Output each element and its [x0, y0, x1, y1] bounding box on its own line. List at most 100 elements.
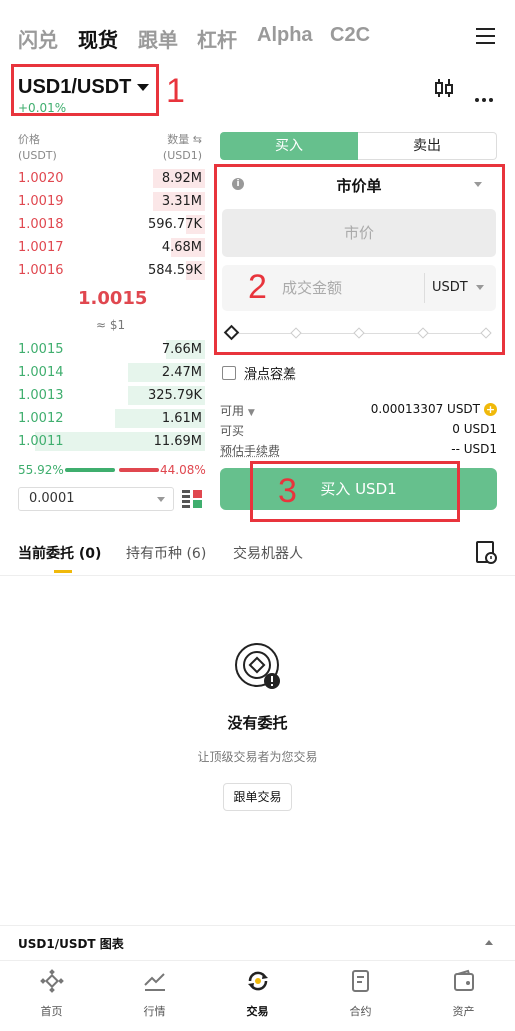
- can-buy-value: 0 USD1: [452, 422, 497, 436]
- available-label[interactable]: 可用 ▼: [220, 402, 255, 419]
- nav-home[interactable]: 首页: [0, 961, 103, 1031]
- slippage-checkbox[interactable]: [222, 366, 236, 380]
- bid-row[interactable]: 1.0013 325.79K: [0, 384, 205, 407]
- bid-row[interactable]: 1.0012 1.61M: [0, 407, 205, 430]
- nav-assets[interactable]: 资产: [412, 961, 515, 1031]
- bid-row[interactable]: 1.0015 7.66M: [0, 338, 205, 361]
- buy-tab-arrow: [343, 132, 357, 160]
- nav-trade[interactable]: 交易: [206, 961, 309, 1031]
- amount-unit[interactable]: USDT: [432, 280, 468, 295]
- tab-margin[interactable]: 杠杆: [197, 24, 237, 53]
- nav-futures-label: 合约: [309, 1003, 412, 1019]
- orderbook-qty-header[interactable]: 数量 ⇆ (USD1): [160, 132, 202, 164]
- qty-header-unit: (USD1): [160, 148, 202, 164]
- active-tab-indicator: [54, 570, 72, 573]
- precision-value: 0.0001: [29, 491, 75, 506]
- buy-tab[interactable]: 买入: [220, 132, 358, 160]
- market-price-field: 市价: [222, 209, 496, 257]
- price-header-unit: (USDT): [18, 148, 57, 164]
- ask-price: 1.0019: [18, 194, 64, 209]
- ask-price: 1.0018: [18, 217, 64, 232]
- bid-qty: 325.79K: [148, 388, 202, 403]
- futures-doc-icon: [349, 969, 373, 993]
- chart-toggle-bar[interactable]: USD1/USDT 图表: [0, 925, 515, 959]
- candlestick-chart-icon[interactable]: [434, 78, 454, 98]
- trend-chart-icon: [143, 969, 167, 993]
- order-history-icon[interactable]: [476, 541, 498, 565]
- tab-flash-swap[interactable]: 闪兑: [18, 24, 58, 53]
- wallet-icon: [452, 969, 476, 993]
- ask-qty: 4.68M: [162, 240, 202, 255]
- bid-row[interactable]: 1.0014 2.47M: [0, 361, 205, 384]
- bid-qty: 11.69M: [154, 434, 202, 449]
- ask-row[interactable]: 1.0016 584.59K: [0, 259, 205, 282]
- orderbook-price-header: 价格 (USDT): [18, 132, 57, 164]
- tab-holdings[interactable]: 持有币种 (6): [126, 543, 206, 563]
- tab-copy-trading[interactable]: 跟单: [138, 24, 178, 53]
- slippage-toggle[interactable]: 滑点容差: [222, 363, 296, 382]
- tab-trading-bots[interactable]: 交易机器人: [233, 543, 303, 563]
- trade-swap-icon: [246, 969, 270, 993]
- bid-price: 1.0015: [18, 342, 64, 357]
- nav-home-label: 首页: [0, 1003, 103, 1019]
- available-value: 0.00013307 USDT +: [371, 402, 497, 416]
- bid-qty: 7.66M: [162, 342, 202, 357]
- tab-open-orders[interactable]: 当前委托 (0): [18, 543, 101, 563]
- deposit-plus-icon[interactable]: +: [484, 403, 497, 416]
- top-nav: 闪兑 现货 跟单 杠杆 Alpha C2C: [0, 0, 515, 64]
- ask-price: 1.0017: [18, 240, 64, 255]
- bid-qty: 2.47M: [162, 365, 202, 380]
- more-options-icon[interactable]: [475, 87, 496, 106]
- bid-price: 1.0011: [18, 434, 64, 449]
- order-tabs: 当前委托 (0) 持有币种 (6) 交易机器人: [0, 540, 515, 576]
- ask-row[interactable]: 1.0020 8.92M: [0, 167, 205, 190]
- ask-row[interactable]: 1.0018 596.77K: [0, 213, 205, 236]
- ask-row[interactable]: 1.0019 3.31M: [0, 190, 205, 213]
- nav-futures[interactable]: 合约: [309, 961, 412, 1031]
- bid-row[interactable]: 1.0011 11.69M: [0, 430, 205, 453]
- menu-icon[interactable]: [476, 28, 495, 44]
- bid-qty: 1.61M: [162, 411, 202, 426]
- ask-row[interactable]: 1.0017 4.68M: [0, 236, 205, 259]
- tab-c2c[interactable]: C2C: [330, 24, 370, 47]
- ask-qty: 584.59K: [148, 263, 202, 278]
- divider: [424, 273, 425, 303]
- sell-ratio-bar: [119, 468, 159, 472]
- qty-header-label: 数量 ⇆: [160, 132, 202, 148]
- caret-down-icon: [474, 182, 482, 187]
- tab-spot[interactable]: 现货: [78, 24, 118, 53]
- order-type-select[interactable]: i 市价单: [222, 170, 496, 200]
- slippage-label: 滑点容差: [244, 367, 296, 382]
- caret-down-icon[interactable]: [476, 285, 484, 290]
- precision-select[interactable]: 0.0001: [18, 487, 174, 511]
- last-price: 1.0015: [78, 288, 147, 309]
- nav-markets[interactable]: 行情: [103, 961, 206, 1031]
- empty-subtitle: 让顶级交易者为您交易: [0, 748, 515, 765]
- nav-assets-label: 资产: [412, 1003, 515, 1019]
- order-type-value: 市价单: [222, 175, 496, 196]
- nav-markets-label: 行情: [103, 1003, 206, 1019]
- available-amount: 0.00013307 USDT: [371, 402, 480, 416]
- fee-row: 预估手续费 -- USD1: [220, 442, 497, 458]
- bid-price: 1.0012: [18, 411, 64, 426]
- bid-price: 1.0014: [18, 365, 64, 380]
- caret-up-icon: [485, 940, 493, 945]
- empty-orders-icon: [234, 642, 284, 694]
- last-price-usd: ≈ $1: [96, 318, 125, 332]
- can-buy-label: 可买: [220, 422, 244, 439]
- available-label-text: 可用: [220, 404, 244, 418]
- annotation-number-3: 3: [278, 472, 297, 511]
- bid-price: 1.0013: [18, 388, 64, 403]
- sell-tab[interactable]: 卖出: [358, 132, 497, 160]
- ask-price: 1.0020: [18, 171, 64, 186]
- can-buy-row: 可买 0 USD1: [220, 422, 497, 438]
- available-row: 可用 ▼ 0.00013307 USDT +: [220, 402, 497, 418]
- copy-trading-button[interactable]: 跟单交易: [223, 783, 292, 811]
- annotation-number-2: 2: [248, 268, 267, 307]
- tab-alpha[interactable]: Alpha: [257, 24, 313, 47]
- amount-input[interactable]: [282, 265, 422, 311]
- sell-ratio: 44.08%: [160, 463, 206, 477]
- fee-value: -- USD1: [451, 442, 497, 456]
- fee-label: 预估手续费: [220, 442, 280, 459]
- orderbook-layout-icon[interactable]: [182, 490, 202, 508]
